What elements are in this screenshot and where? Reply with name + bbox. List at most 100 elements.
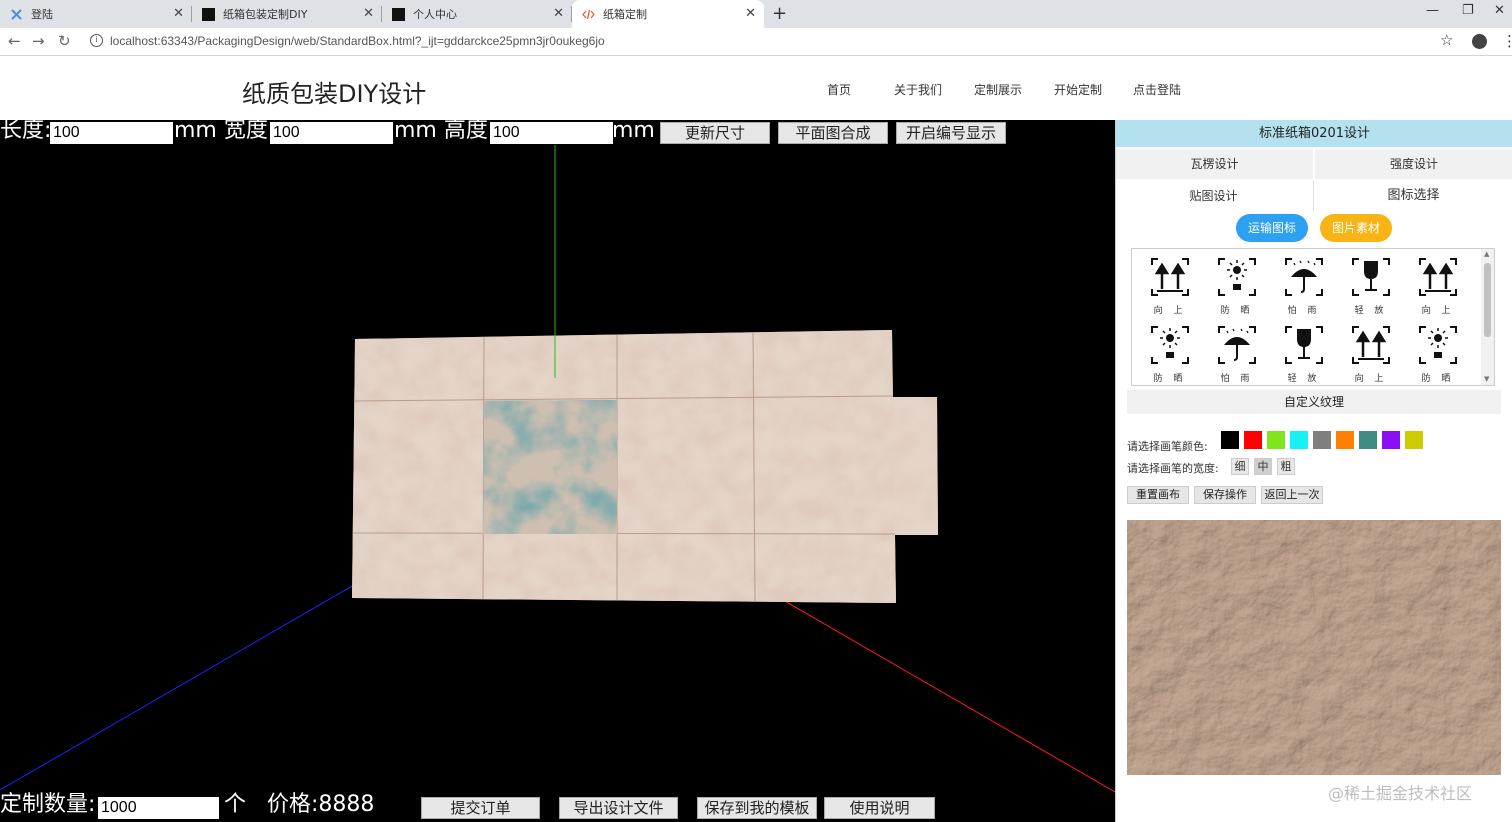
quantity-unit: 个 (224, 792, 247, 817)
scroll-down-icon[interactable]: ▼ (1484, 375, 1489, 383)
merge-flat-button[interactable]: 平面图合成 (778, 122, 888, 144)
nav-login[interactable]: 点击登陆 (1133, 81, 1181, 98)
export-design-button[interactable]: 导出设计文件 (559, 797, 678, 819)
3d-viewport[interactable]: 长度: mm 宽度: mm 高度: mm 更新尺寸 平面图合成 开启编号显示 定… (0, 120, 1115, 822)
length-label: 长度: (0, 120, 52, 143)
pen-color-swatch[interactable] (1267, 431, 1285, 449)
profile-icon[interactable] (1472, 34, 1487, 49)
transport-icon-option[interactable]: 防 晒 (1408, 321, 1468, 385)
quantity-label: 定制数量: (0, 792, 96, 817)
image-materials-button[interactable]: 图片素材 (1320, 214, 1392, 242)
arrows-up-icon (1419, 258, 1457, 296)
tab-box-custom[interactable]: 纸箱定制 ✕ (572, 0, 764, 28)
forward-icon[interactable]: → (32, 32, 45, 50)
tab-personal-center[interactable]: 个人中心 ✕ (382, 0, 572, 28)
menu-icon[interactable]: ⋮ (1502, 32, 1512, 50)
minimize-icon[interactable]: — (1426, 3, 1439, 18)
close-icon[interactable]: ✕ (173, 6, 184, 21)
icon-grid: 向 上防 晒怕 雨轻 放向 上防 晒怕 雨轻 放向 上防 晒 ▲ ▼ (1131, 248, 1495, 386)
pen-color-swatch[interactable] (1313, 431, 1331, 449)
reload-icon[interactable]: ↻ (58, 32, 71, 50)
pen-color-swatch[interactable] (1336, 431, 1354, 449)
reset-canvas-button[interactable]: 重置画布 (1127, 486, 1189, 504)
undo-button[interactable]: 返回上一次 (1261, 486, 1323, 504)
pen-color-swatch[interactable] (1405, 431, 1423, 449)
transport-icon-option[interactable]: 防 晒 (1140, 321, 1200, 385)
transport-icon-option[interactable]: 怕 雨 (1207, 321, 1267, 385)
box-net[interactable] (352, 330, 938, 603)
transport-icon-option[interactable]: 向 上 (1341, 321, 1401, 385)
arrows-up-icon (1151, 258, 1189, 296)
transport-icon-option[interactable]: 轻 放 (1341, 253, 1401, 317)
icon-caption: 向 上 (1354, 374, 1388, 384)
panel-title: 标准纸箱0201设计 (1116, 120, 1512, 147)
back-icon[interactable]: ← (8, 32, 21, 50)
maximize-icon[interactable]: ❐ (1462, 3, 1474, 18)
transport-icon-option[interactable]: 防 晒 (1207, 253, 1267, 317)
code-icon (582, 8, 595, 21)
nav-showcase[interactable]: 定制展示 (974, 81, 1022, 98)
close-icon[interactable]: ✕ (363, 6, 374, 21)
price-label: 价格:8888 (267, 792, 375, 817)
webstorm-icon (202, 7, 215, 21)
box-flat-view[interactable] (0, 120, 1115, 822)
icon-caption: 防 晒 (1153, 374, 1187, 384)
transport-icons-button[interactable]: 运输图标 (1236, 214, 1308, 242)
tab-diy[interactable]: 纸箱包装定制DIY ✕ (192, 0, 382, 28)
icon-caption: 怕 雨 (1287, 306, 1321, 316)
toggle-numbers-button[interactable]: 开启编号显示 (896, 122, 1006, 144)
tab-corrugation[interactable]: 瓦楞设计 (1116, 149, 1313, 179)
star-icon[interactable]: ☆ (1440, 31, 1453, 49)
icon-caption: 怕 雨 (1220, 374, 1254, 384)
pen-color-swatch[interactable] (1382, 431, 1400, 449)
save-template-button[interactable]: 保存到我的模板 (697, 797, 817, 819)
tab-label: 登陆 (31, 8, 53, 21)
close-icon[interactable]: ✕ (553, 6, 564, 21)
tab-strength[interactable]: 强度设计 (1315, 149, 1512, 179)
site-logo[interactable]: 纸质包装DIY设计 (242, 74, 426, 109)
paper-texture (352, 330, 896, 603)
height-input[interactable] (490, 122, 613, 144)
scroll-up-icon[interactable]: ▲ (1484, 250, 1489, 258)
tab-texture[interactable]: 贴图设计 (1116, 181, 1311, 211)
info-icon[interactable]: i (90, 34, 103, 47)
site-header: 纸质包装DIY设计 首页 关于我们 定制展示 开始定制 点击登陆 (0, 56, 1512, 118)
new-tab-button[interactable]: + (772, 3, 787, 24)
pen-width-medium[interactable]: 中 (1254, 458, 1272, 475)
nav-home[interactable]: 首页 (827, 81, 851, 98)
icon-caption: 防 晒 (1421, 374, 1455, 384)
scrollbar[interactable]: ▲ ▼ (1481, 249, 1494, 385)
pen-color-swatch[interactable] (1244, 431, 1262, 449)
transport-icon-option[interactable]: 怕 雨 (1274, 253, 1334, 317)
pen-width-thin[interactable]: 细 (1231, 458, 1249, 475)
instructions-button[interactable]: 使用说明 (824, 797, 935, 819)
width-input[interactable] (270, 122, 393, 144)
submit-order-button[interactable]: 提交订单 (421, 797, 540, 819)
transport-icon-option[interactable]: 轻 放 (1274, 321, 1334, 385)
nav-start-custom[interactable]: 开始定制 (1054, 81, 1102, 98)
pen-width-label: 请选择画笔的宽度: (1127, 462, 1219, 475)
transport-icon-option[interactable]: 向 上 (1408, 253, 1468, 317)
url-field[interactable]: localhost:63343/PackagingDesign/web/Stan… (110, 34, 605, 48)
tab-login[interactable]: 登陆 ✕ (0, 0, 192, 28)
quantity-input[interactable] (98, 797, 219, 819)
transport-icon-option[interactable]: 向 上 (1140, 253, 1200, 317)
save-action-button[interactable]: 保存操作 (1194, 486, 1256, 504)
nav-about[interactable]: 关于我们 (894, 81, 942, 98)
pen-color-swatch[interactable] (1221, 431, 1239, 449)
update-size-button[interactable]: 更新尺寸 (660, 122, 770, 144)
pen-color-swatch[interactable] (1359, 431, 1377, 449)
watermark: @稀土掘金技术社区 (1328, 784, 1473, 803)
keep-from-sun-icon (1419, 326, 1457, 364)
tab-label: 纸箱包装定制DIY (223, 8, 308, 21)
pen-width-thick[interactable]: 粗 (1277, 458, 1295, 475)
scroll-thumb[interactable] (1484, 263, 1491, 337)
close-window-icon[interactable]: ✕ (1494, 3, 1505, 18)
close-icon[interactable]: ✕ (745, 6, 756, 21)
panel-texture (483, 400, 617, 534)
texture-canvas[interactable] (1127, 520, 1501, 775)
pen-color-swatch[interactable] (1290, 431, 1308, 449)
custom-texture-header[interactable]: 自定义纹理 (1127, 390, 1501, 414)
tab-icon-select[interactable]: 图标选择 (1313, 181, 1512, 211)
length-input[interactable] (50, 122, 173, 144)
